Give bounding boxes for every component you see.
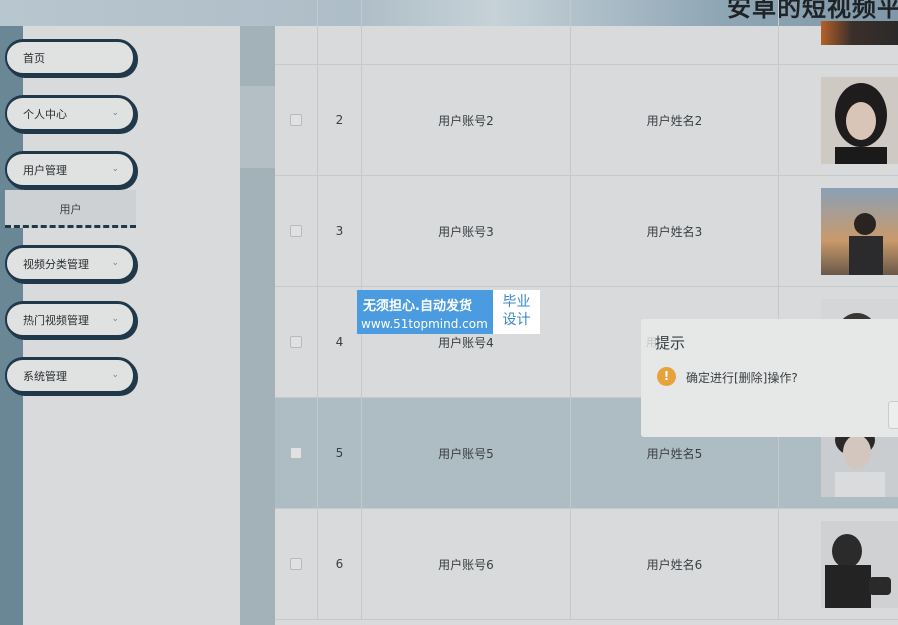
user-name: 用户姓名2 [571, 65, 779, 175]
confirm-dialog: 用 提示 ! 确定进行[删除]操作? [641, 319, 898, 437]
sidebar-item-hot-video[interactable]: 热门视频管理 ⌄ [5, 301, 136, 338]
table-cell [779, 176, 898, 286]
table-row [275, 0, 898, 65]
table-cell [318, 0, 362, 64]
table-row: 6 用户账号6 用户姓名6 [275, 509, 898, 620]
table-cell [275, 287, 318, 397]
table-row: 2 用户账号2 用户姓名2 [275, 65, 898, 176]
sidebar-item-label: 首页 [23, 51, 45, 65]
warning-icon: ! [657, 367, 676, 386]
row-checkbox[interactable] [290, 558, 302, 570]
sidebar-item-label: 热门视频管理 [23, 313, 89, 327]
sidebar-item-label: 系统管理 [23, 369, 67, 383]
row-checkbox[interactable] [290, 225, 302, 237]
table-cell [362, 0, 571, 64]
user-account: 用户账号6 [362, 509, 571, 619]
sidebar-item-system[interactable]: 系统管理 ⌄ [5, 357, 136, 394]
table-cell [275, 176, 318, 286]
table-cell [275, 0, 318, 64]
sidebar-item-label: 个人中心 [23, 107, 67, 121]
row-checkbox[interactable] [290, 114, 302, 126]
gutter-highlight [240, 86, 275, 168]
user-avatar [821, 21, 898, 45]
row-index: 5 [318, 398, 362, 508]
watermark-badge: 毕业设计 [502, 294, 531, 328]
row-index: 6 [318, 509, 362, 619]
user-avatar [821, 76, 898, 164]
chevron-down-icon: ⌄ [111, 257, 119, 268]
table-cell [275, 509, 318, 619]
user-account: 用户账号3 [362, 176, 571, 286]
table-row: 3 用户账号3 用户姓名3 [275, 176, 898, 287]
sidebar-item-label: 用户管理 [23, 163, 67, 177]
chevron-down-icon: ⌄ [111, 369, 119, 380]
user-account: 用户账号5 [362, 398, 571, 508]
user-avatar [821, 187, 898, 275]
table-cell [779, 509, 898, 619]
watermark-line1: 无须担心.自动发货 [363, 299, 472, 314]
row-index: 3 [318, 176, 362, 286]
sidebar-subitem-user[interactable]: 用户 [5, 190, 136, 228]
chevron-down-icon: ⌄ [111, 107, 119, 118]
chevron-down-icon: ⌄ [111, 163, 119, 174]
table-cell [275, 398, 318, 508]
user-account: 用户账号2 [362, 65, 571, 175]
row-checkbox[interactable] [290, 336, 302, 348]
sidebar-item-home[interactable]: 首页 [5, 39, 136, 76]
watermark-line2: www.51topmind.com [361, 317, 488, 331]
row-index: 4 [318, 287, 362, 397]
row-checkbox[interactable] [290, 447, 302, 459]
user-avatar [821, 520, 898, 608]
content-gutter [240, 26, 275, 625]
sidebar-item-video-category[interactable]: 视频分类管理 ⌄ [5, 245, 136, 282]
table-cell [779, 0, 898, 64]
watermark-banner: 无须担心.自动发货 www.51topmind.com 毕业设计 [357, 290, 540, 334]
sidebar-subitem-label: 用户 [59, 203, 82, 216]
sidebar-item-label: 视频分类管理 [23, 257, 89, 271]
dialog-title: 提示 [655, 334, 686, 352]
dialog-cancel-button[interactable] [888, 401, 898, 429]
table-cell [571, 0, 779, 64]
table-cell [275, 65, 318, 175]
user-name: 用户姓名3 [571, 176, 779, 286]
table-cell [779, 65, 898, 175]
sidebar-item-personal-center[interactable]: 个人中心 ⌄ [5, 95, 136, 132]
dialog-message: 确定进行[删除]操作? [686, 371, 798, 385]
row-index: 2 [318, 65, 362, 175]
sidebar-item-user-management[interactable]: 用户管理 ⌄ [5, 151, 136, 188]
user-name: 用户姓名6 [571, 509, 779, 619]
sidebar: 首页 个人中心 ⌄ 用户管理 ⌄ 用户 视频分类管理 ⌄ 热门视频管理 ⌄ 系统… [0, 26, 240, 625]
chevron-down-icon: ⌄ [111, 313, 119, 324]
